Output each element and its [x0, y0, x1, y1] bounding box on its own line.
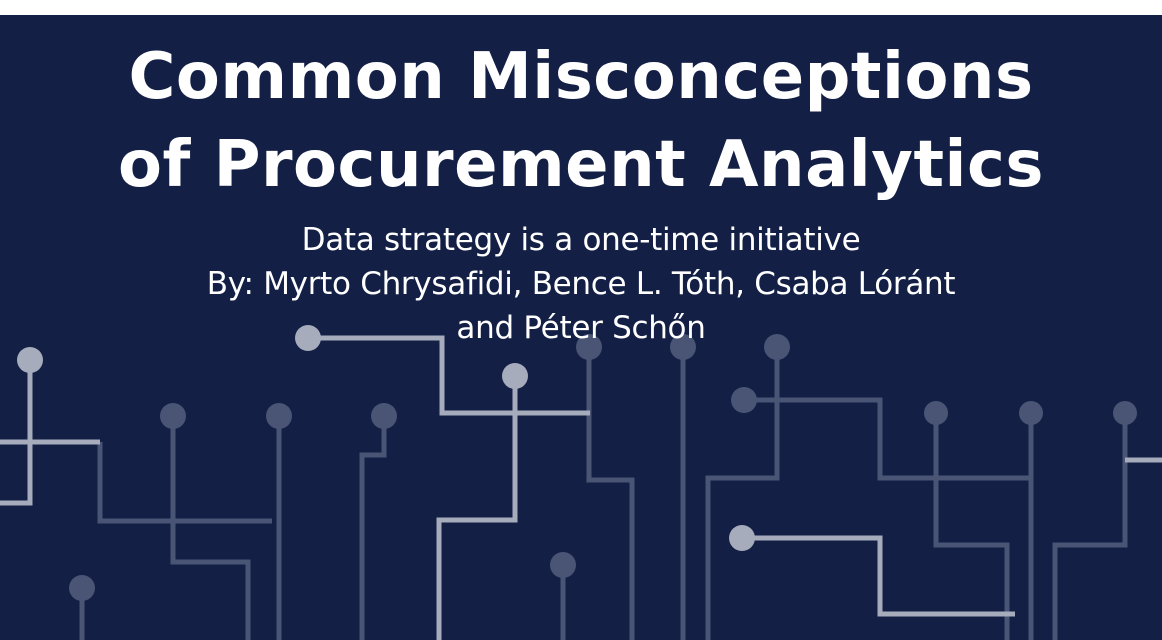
article-subtitle: Data strategy is a one-time initiative	[301, 222, 861, 258]
authors-line-2: and Péter Schőn	[456, 310, 706, 346]
article-title: Common Misconceptions of Procurement Ana…	[0, 33, 1162, 209]
hero-banner: Common Misconceptions of Procurement Ana…	[0, 15, 1162, 640]
article-title-line-1: Common Misconceptions	[128, 40, 1034, 114]
authors-line-1: By: Myrto Chrysafidi, Bence L. Tóth, Csa…	[206, 266, 956, 302]
circuit-traces-dim	[79, 347, 1128, 640]
article-subtitle-block: Data strategy is a one-time initiative B…	[0, 218, 1162, 350]
article-title-line-2: of Procurement Analytics	[117, 128, 1045, 202]
